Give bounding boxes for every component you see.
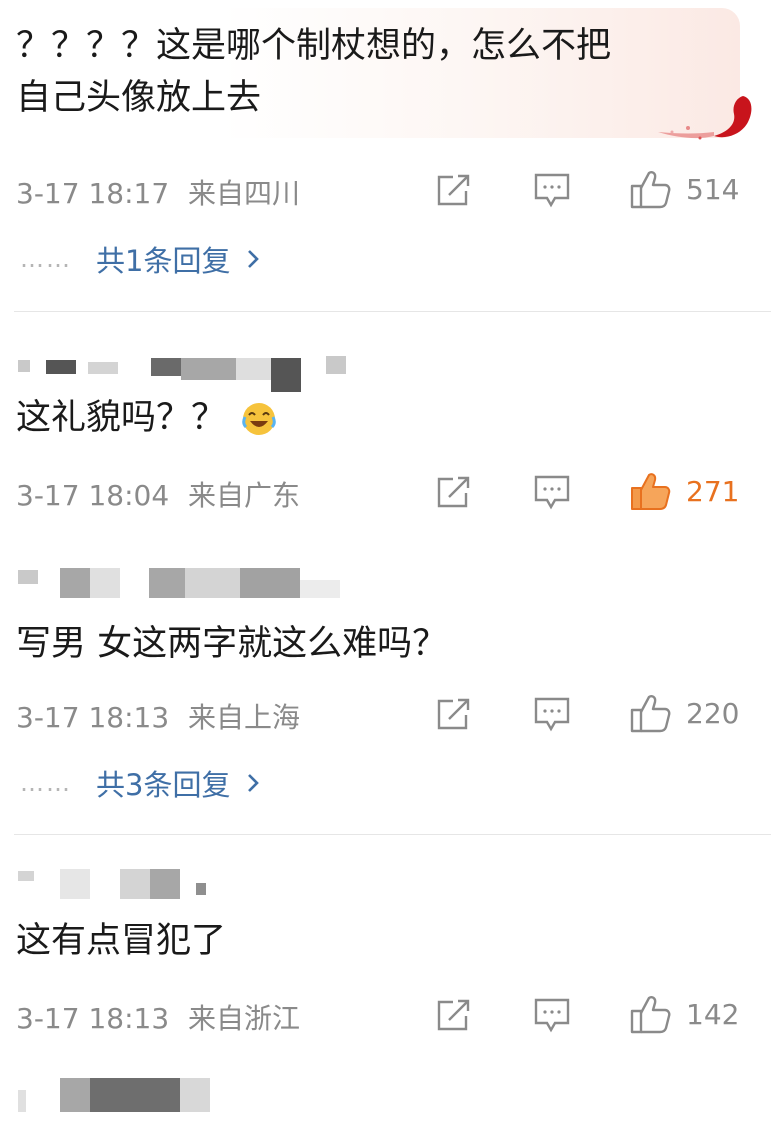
laughing-crying-emoji — [242, 403, 276, 435]
thumbs-up-icon — [630, 996, 671, 1034]
comment-time: 3-17 18:17 — [16, 177, 170, 210]
share-button[interactable] — [436, 172, 472, 208]
comment-text-line-2: 自己头像放上去 — [16, 78, 262, 118]
ink-splash-decoration — [658, 96, 752, 140]
like-button[interactable]: 514 — [630, 168, 739, 210]
share-icon — [437, 999, 470, 1031]
share-button[interactable] — [436, 474, 472, 510]
comment-time: 3-17 18:04 — [16, 479, 170, 512]
share-button[interactable] — [436, 696, 472, 732]
chevron-right-icon — [248, 774, 260, 792]
comment-location: 来自上海 — [188, 701, 301, 734]
like-count: 514 — [686, 172, 740, 206]
comment-text: ？？？？这是哪个制杖想的，怎么不把 — [16, 26, 612, 66]
comment-meta: 3-17 18:13 来自浙江 — [16, 997, 300, 1037]
comment-meta: 3-17 18:04 来自广东 — [16, 474, 300, 514]
redacted-username — [18, 1078, 210, 1112]
reply-dots: …… — [20, 769, 72, 797]
like-button[interactable]: 271 — [630, 470, 739, 512]
comment-time: 3-17 18:13 — [16, 1002, 170, 1035]
comment-text-content: 这礼貌吗？？ — [16, 398, 227, 438]
comment-icon — [534, 475, 570, 510]
comment-button[interactable] — [533, 473, 571, 511]
comment-meta: 3-17 18:17 来自四川 — [16, 172, 300, 212]
comment-location: 来自广东 — [188, 479, 301, 512]
like-count: 220 — [686, 696, 740, 730]
chevron-right-icon — [248, 250, 260, 268]
share-icon — [437, 698, 470, 730]
comment-meta: 3-17 18:13 来自上海 — [16, 696, 300, 736]
comment-3: 写男 女这两字就这么难吗？ 3-17 18:13 来自上海 220 …… 共3条… — [0, 532, 771, 834]
share-button[interactable] — [436, 997, 472, 1033]
comment-button[interactable] — [533, 171, 571, 209]
view-replies-link[interactable]: …… 共3条回复 — [20, 762, 260, 804]
comment-time: 3-17 18:13 — [16, 701, 170, 734]
comment-button[interactable] — [533, 996, 571, 1034]
reply-dots: …… — [20, 245, 72, 273]
comment-text: 写男 女这两字就这么难吗？ — [16, 624, 448, 664]
comment-2: 这礼貌吗？？ 3-17 18:04 来自广东 271 — [0, 312, 771, 532]
comment-text: 这有点冒犯了 — [16, 921, 227, 961]
like-button[interactable]: 142 — [630, 993, 739, 1035]
comment-text: 这礼貌吗？？ — [16, 392, 277, 444]
share-icon — [437, 476, 470, 508]
comment-4: 这有点冒犯了 3-17 18:13 来自浙江 142 — [0, 835, 771, 1055]
thumbs-up-icon — [630, 695, 671, 733]
thumbs-up-icon — [630, 171, 671, 209]
comment-location: 来自四川 — [188, 177, 301, 210]
redacted-username — [18, 568, 340, 598]
redacted-username — [18, 356, 346, 392]
share-icon — [437, 174, 470, 206]
comment-button[interactable] — [533, 695, 571, 733]
redacted-username — [18, 869, 206, 899]
comment-location: 来自浙江 — [188, 1002, 301, 1035]
view-replies-link[interactable]: …… 共1条回复 — [20, 238, 260, 280]
thumbs-up-icon — [631, 473, 671, 510]
comment-icon — [534, 697, 570, 732]
like-button[interactable]: 220 — [630, 692, 739, 734]
like-count: 142 — [686, 997, 740, 1031]
like-count: 271 — [686, 474, 740, 508]
comment-icon — [534, 998, 570, 1033]
comment-1: ？？？？这是哪个制杖想的，怎么不把 自己头像放上去 3-17 18:17 来自四… — [0, 0, 771, 312]
reply-count-label: 共1条回复 — [96, 244, 231, 278]
comment-icon — [534, 173, 570, 208]
reply-count-label: 共3条回复 — [96, 768, 231, 802]
